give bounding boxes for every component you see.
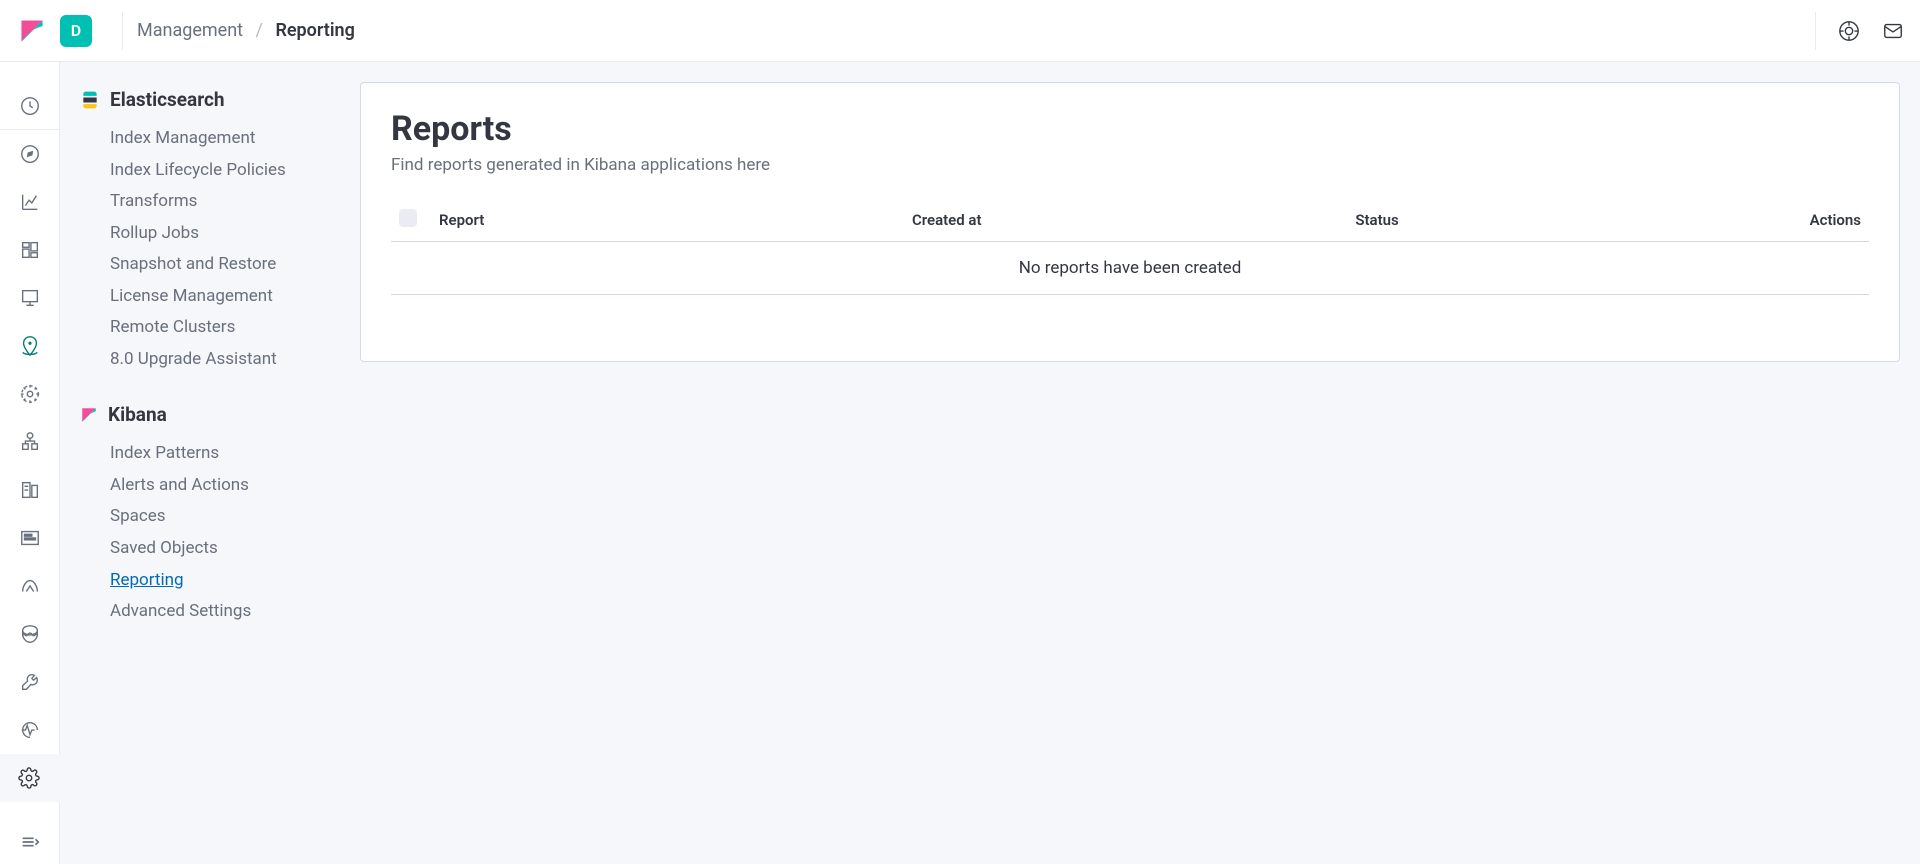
reports-table: Report Created at Status Actions No repo…: [391, 199, 1869, 295]
dev-tools-icon[interactable]: [0, 658, 60, 706]
nav-remote-clusters[interactable]: Remote Clusters: [110, 312, 340, 344]
nav-advanced-settings[interactable]: Advanced Settings: [110, 596, 340, 628]
management-sidenav: Elasticsearch Index Management Index Lif…: [60, 62, 360, 864]
divider: [122, 12, 123, 50]
page-title: Reports: [391, 109, 1869, 149]
kibana-logo[interactable]: [16, 15, 48, 47]
logs-icon[interactable]: [0, 466, 60, 514]
top-bar: D Management / Reporting: [0, 0, 1920, 62]
siem-icon[interactable]: [0, 610, 60, 658]
monitoring-icon[interactable]: [0, 706, 60, 754]
col-actions: Actions: [1779, 199, 1869, 242]
elasticsearch-logo-icon: [80, 90, 100, 110]
col-status[interactable]: Status: [1347, 199, 1779, 242]
kibana-logo-icon: [80, 406, 98, 424]
col-created-at[interactable]: Created at: [904, 199, 1347, 242]
apm-icon[interactable]: [0, 514, 60, 562]
nav-transforms[interactable]: Transforms: [110, 186, 340, 218]
mail-icon[interactable]: [1882, 20, 1904, 42]
nav-reporting[interactable]: Reporting: [110, 565, 340, 597]
reports-panel: Reports Find reports generated in Kibana…: [360, 82, 1900, 362]
nav-spaces[interactable]: Spaces: [110, 501, 340, 533]
maps-icon[interactable]: [0, 322, 60, 370]
management-icon[interactable]: [0, 754, 60, 802]
recently-viewed-icon[interactable]: [0, 82, 60, 130]
empty-message: No reports have been created: [391, 242, 1869, 295]
section-elasticsearch: Elasticsearch: [80, 88, 340, 111]
visualize-icon[interactable]: [0, 178, 60, 226]
page-subtitle: Find reports generated in Kibana applica…: [391, 155, 1869, 175]
discover-icon[interactable]: [0, 130, 60, 178]
nav-alerts-actions[interactable]: Alerts and Actions: [110, 470, 340, 502]
kibana-nav-list: Index Patterns Alerts and Actions Spaces…: [80, 438, 340, 627]
col-report[interactable]: Report: [431, 199, 904, 242]
canvas-icon[interactable]: [0, 274, 60, 322]
divider: [1815, 12, 1816, 50]
dashboard-icon[interactable]: [0, 226, 60, 274]
section-title-text: Elasticsearch: [110, 88, 225, 111]
breadcrumb: Management / Reporting: [137, 20, 355, 41]
infrastructure-icon[interactable]: [0, 418, 60, 466]
section-title-text: Kibana: [108, 403, 167, 426]
nav-ilm[interactable]: Index Lifecycle Policies: [110, 155, 340, 187]
space-initial: D: [71, 21, 81, 40]
elasticsearch-nav-list: Index Management Index Lifecycle Policie…: [80, 123, 340, 375]
main-area: Elasticsearch Index Management Index Lif…: [60, 62, 1920, 864]
news-feed-icon[interactable]: [1838, 20, 1860, 42]
nav-rail: [0, 62, 60, 864]
breadcrumb-sep: /: [256, 20, 263, 41]
nav-index-patterns[interactable]: Index Patterns: [110, 438, 340, 470]
nav-snapshot-restore[interactable]: Snapshot and Restore: [110, 249, 340, 281]
space-avatar[interactable]: D: [60, 15, 92, 47]
nav-saved-objects[interactable]: Saved Objects: [110, 533, 340, 565]
collapse-rail-icon[interactable]: [0, 824, 60, 860]
select-all-checkbox[interactable]: [399, 209, 417, 227]
breadcrumb-1[interactable]: Reporting: [275, 20, 354, 41]
uptime-icon[interactable]: [0, 562, 60, 610]
nav-upgrade-assistant[interactable]: 8.0 Upgrade Assistant: [110, 344, 340, 376]
breadcrumb-0[interactable]: Management: [137, 20, 243, 41]
nav-rollup-jobs[interactable]: Rollup Jobs: [110, 218, 340, 250]
nav-license[interactable]: License Management: [110, 281, 340, 313]
ml-icon[interactable]: [0, 370, 60, 418]
col-checkbox: [391, 199, 431, 242]
section-kibana: Kibana: [80, 403, 340, 426]
nav-index-management[interactable]: Index Management: [110, 123, 340, 155]
